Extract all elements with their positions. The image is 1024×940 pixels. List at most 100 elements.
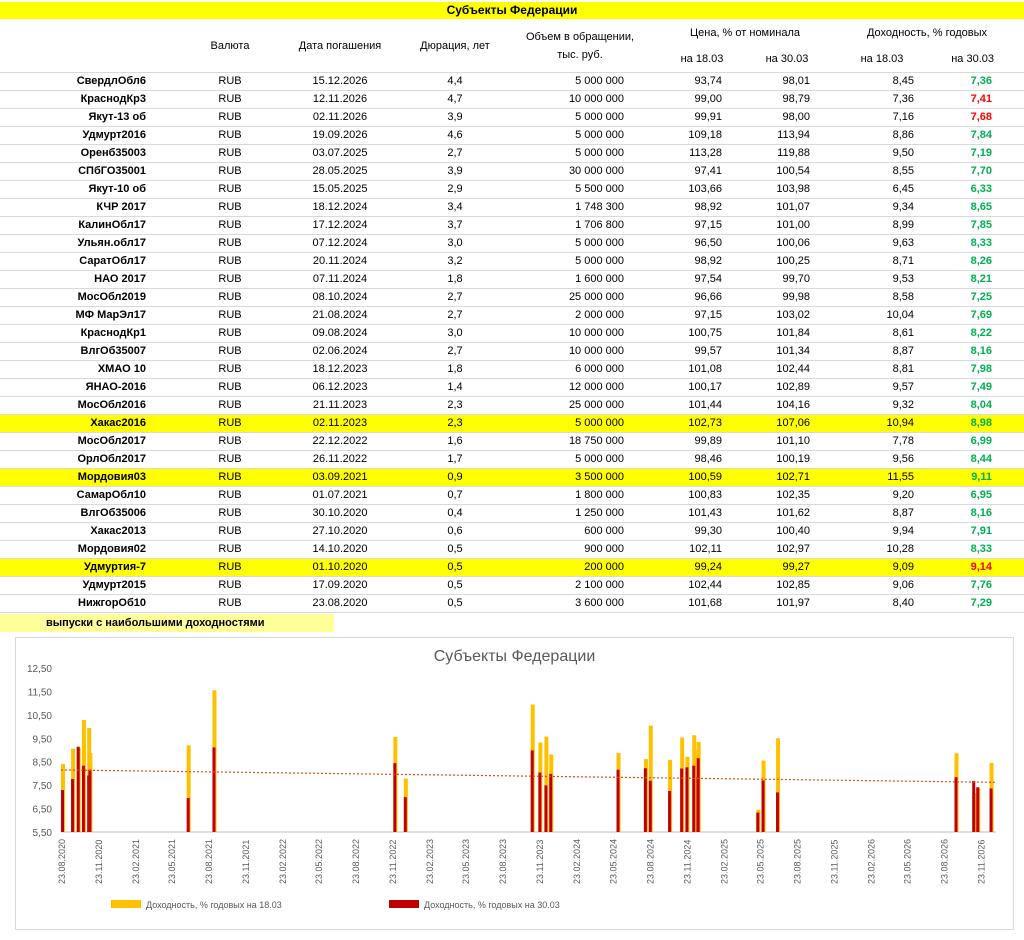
cell-vol: 1 800 000: [500, 486, 660, 505]
cell-y2: 8,33: [934, 234, 1024, 253]
cell-date: 28.05.2025: [270, 162, 410, 181]
cell-vol: 25 000 000: [500, 396, 660, 415]
cell-y2: 8,98: [934, 414, 1024, 433]
cell-y1: 9,50: [830, 144, 934, 163]
cell-name: Удмуртия-7: [0, 558, 190, 577]
cell-dur: 4,6: [410, 126, 500, 145]
x-tick-label: 23.08.2026: [940, 839, 950, 884]
y-tick-label: 5,50: [33, 828, 53, 839]
table-row: МосОбл2016 RUB 21.11.2023 2,3 25 000 000 101,…: [0, 396, 1024, 415]
cell-p2: 100,54: [744, 162, 830, 181]
cell-p2: 100,25: [744, 252, 830, 271]
cell-y1: 7,16: [830, 108, 934, 127]
table-row: Удмурт2015 RUB 17.09.2020 0,5 2 100 000 102,4…: [0, 576, 1024, 595]
cell-vol: 200 000: [500, 558, 660, 577]
cell-y2: 6,33: [934, 180, 1024, 199]
cell-y1: 8,87: [830, 342, 934, 361]
header-duration: Дюрация, лет: [420, 40, 490, 52]
chart-svg: 12,50 11,50 10,50 9,50 8,50 7,50 6,50 5,50 23.08…: [27, 664, 997, 910]
cell-date: 01.10.2020: [270, 558, 410, 577]
cell-y2: 7,91: [934, 522, 1024, 541]
x-tick-label: 23.05.2024: [608, 839, 618, 884]
header-price: Цена, % от номинала: [690, 27, 800, 39]
x-tick-label: 23.05.2023: [461, 839, 471, 884]
cell-p2: 101,00: [744, 216, 830, 235]
cell-p2: 101,10: [744, 432, 830, 451]
cell-date: 12.11.2026: [270, 90, 410, 109]
table-row: НАО 2017 RUB 07.11.2024 1,8 1 600 000 97,54 99…: [0, 270, 1024, 289]
cell-date: 19.09.2026: [270, 126, 410, 145]
cell-cur: RUB: [190, 360, 270, 379]
y-tick-label: 8,50: [33, 758, 53, 769]
cell-name: КраснодКр1: [0, 324, 190, 343]
cell-cur: RUB: [190, 594, 270, 613]
cell-name: ХМАО 10: [0, 360, 190, 379]
cell-cur: RUB: [190, 162, 270, 181]
cell-dur: 2,9: [410, 180, 500, 199]
cell-date: 30.10.2020: [270, 504, 410, 523]
cell-date: 27.10.2020: [270, 522, 410, 541]
cell-cur: RUB: [190, 252, 270, 271]
cell-vol: 1 250 000: [500, 504, 660, 523]
x-tick-label: 23.08.2025: [793, 839, 803, 884]
cell-cur: RUB: [190, 90, 270, 109]
cell-y2: 7,84: [934, 126, 1024, 145]
table-row: МФ МарЭл17 RUB 21.08.2024 2,7 2 000 000 97,15…: [0, 306, 1024, 325]
cell-p2: 102,44: [744, 360, 830, 379]
cell-cur: RUB: [190, 468, 270, 487]
cell-y1: 8,61: [830, 324, 934, 343]
cell-cur: RUB: [190, 144, 270, 163]
cell-dur: 1,8: [410, 360, 500, 379]
table-row: Хакас2016 RUB 02.11.2023 2,3 5 000 000 102,73…: [0, 414, 1024, 433]
x-tick-label: 23.11.2024: [683, 840, 693, 884]
cell-date: 08.10.2024: [270, 288, 410, 307]
x-tick-label: 23.02.2025: [720, 839, 730, 884]
table-row: Удмурт2016 RUB 19.09.2026 4,6 5 000 000 109,1…: [0, 126, 1024, 145]
cell-dur: 0,5: [410, 558, 500, 577]
cell-p2: 100,40: [744, 522, 830, 541]
cell-vol: 10 000 000: [500, 342, 660, 361]
bar-yield-3003: [648, 780, 652, 832]
bar-yield-3003: [544, 785, 548, 832]
table-row: СамарОбл10 RUB 01.07.2021 0,7 1 800 000 100,8…: [0, 486, 1024, 505]
cell-y2: 7,29: [934, 594, 1024, 613]
cell-vol: 5 000 000: [500, 234, 660, 253]
cell-date: 02.11.2026: [270, 108, 410, 127]
cell-vol: 900 000: [500, 540, 660, 559]
cell-y1: 8,81: [830, 360, 934, 379]
trend-line: [60, 769, 997, 783]
cell-cur: RUB: [190, 414, 270, 433]
cell-y2: 8,16: [934, 504, 1024, 523]
cell-dur: 4,7: [410, 90, 500, 109]
table-row: Мордовия02 RUB 14.10.2020 0,5 900 000 102,11 1…: [0, 540, 1024, 559]
cell-p1: 103,66: [660, 180, 744, 199]
cell-dur: 3,0: [410, 324, 500, 343]
cell-y1: 8,40: [830, 594, 934, 613]
header-empty-2: [0, 46, 190, 73]
cell-cur: RUB: [190, 198, 270, 217]
yield-chart: Субъекты Федерации 12,50 11,50 10,50 9,50 8,…: [15, 637, 1014, 930]
cell-p1: 100,59: [660, 468, 744, 487]
cell-p1: 98,92: [660, 252, 744, 271]
cell-y2: 8,04: [934, 396, 1024, 415]
cell-p1: 99,89: [660, 432, 744, 451]
header-empty: [0, 20, 190, 46]
y-tick-label: 12,50: [27, 664, 52, 675]
cell-dur: 2,3: [410, 414, 500, 433]
cell-cur: RUB: [190, 576, 270, 595]
legend-swatch-3003: [389, 900, 419, 908]
cell-name: Ульян.обл17: [0, 234, 190, 253]
cell-y2: 8,33: [934, 540, 1024, 559]
cell-vol: 3 600 000: [500, 594, 660, 613]
x-tick-label: 23.02.2024: [572, 839, 582, 884]
cell-dur: 2,7: [410, 342, 500, 361]
cell-vol: 5 000 000: [500, 252, 660, 271]
cell-p1: 96,50: [660, 234, 744, 253]
bar-yield-3003: [954, 777, 958, 832]
cell-y2: 7,68: [934, 108, 1024, 127]
cell-name: Хакас2013: [0, 522, 190, 541]
cell-vol: 3 500 000: [500, 468, 660, 487]
header-price-date2: на 30.03: [765, 53, 809, 65]
cell-p1: 97,41: [660, 162, 744, 181]
x-tick-label: 23.08.2020: [57, 839, 67, 884]
